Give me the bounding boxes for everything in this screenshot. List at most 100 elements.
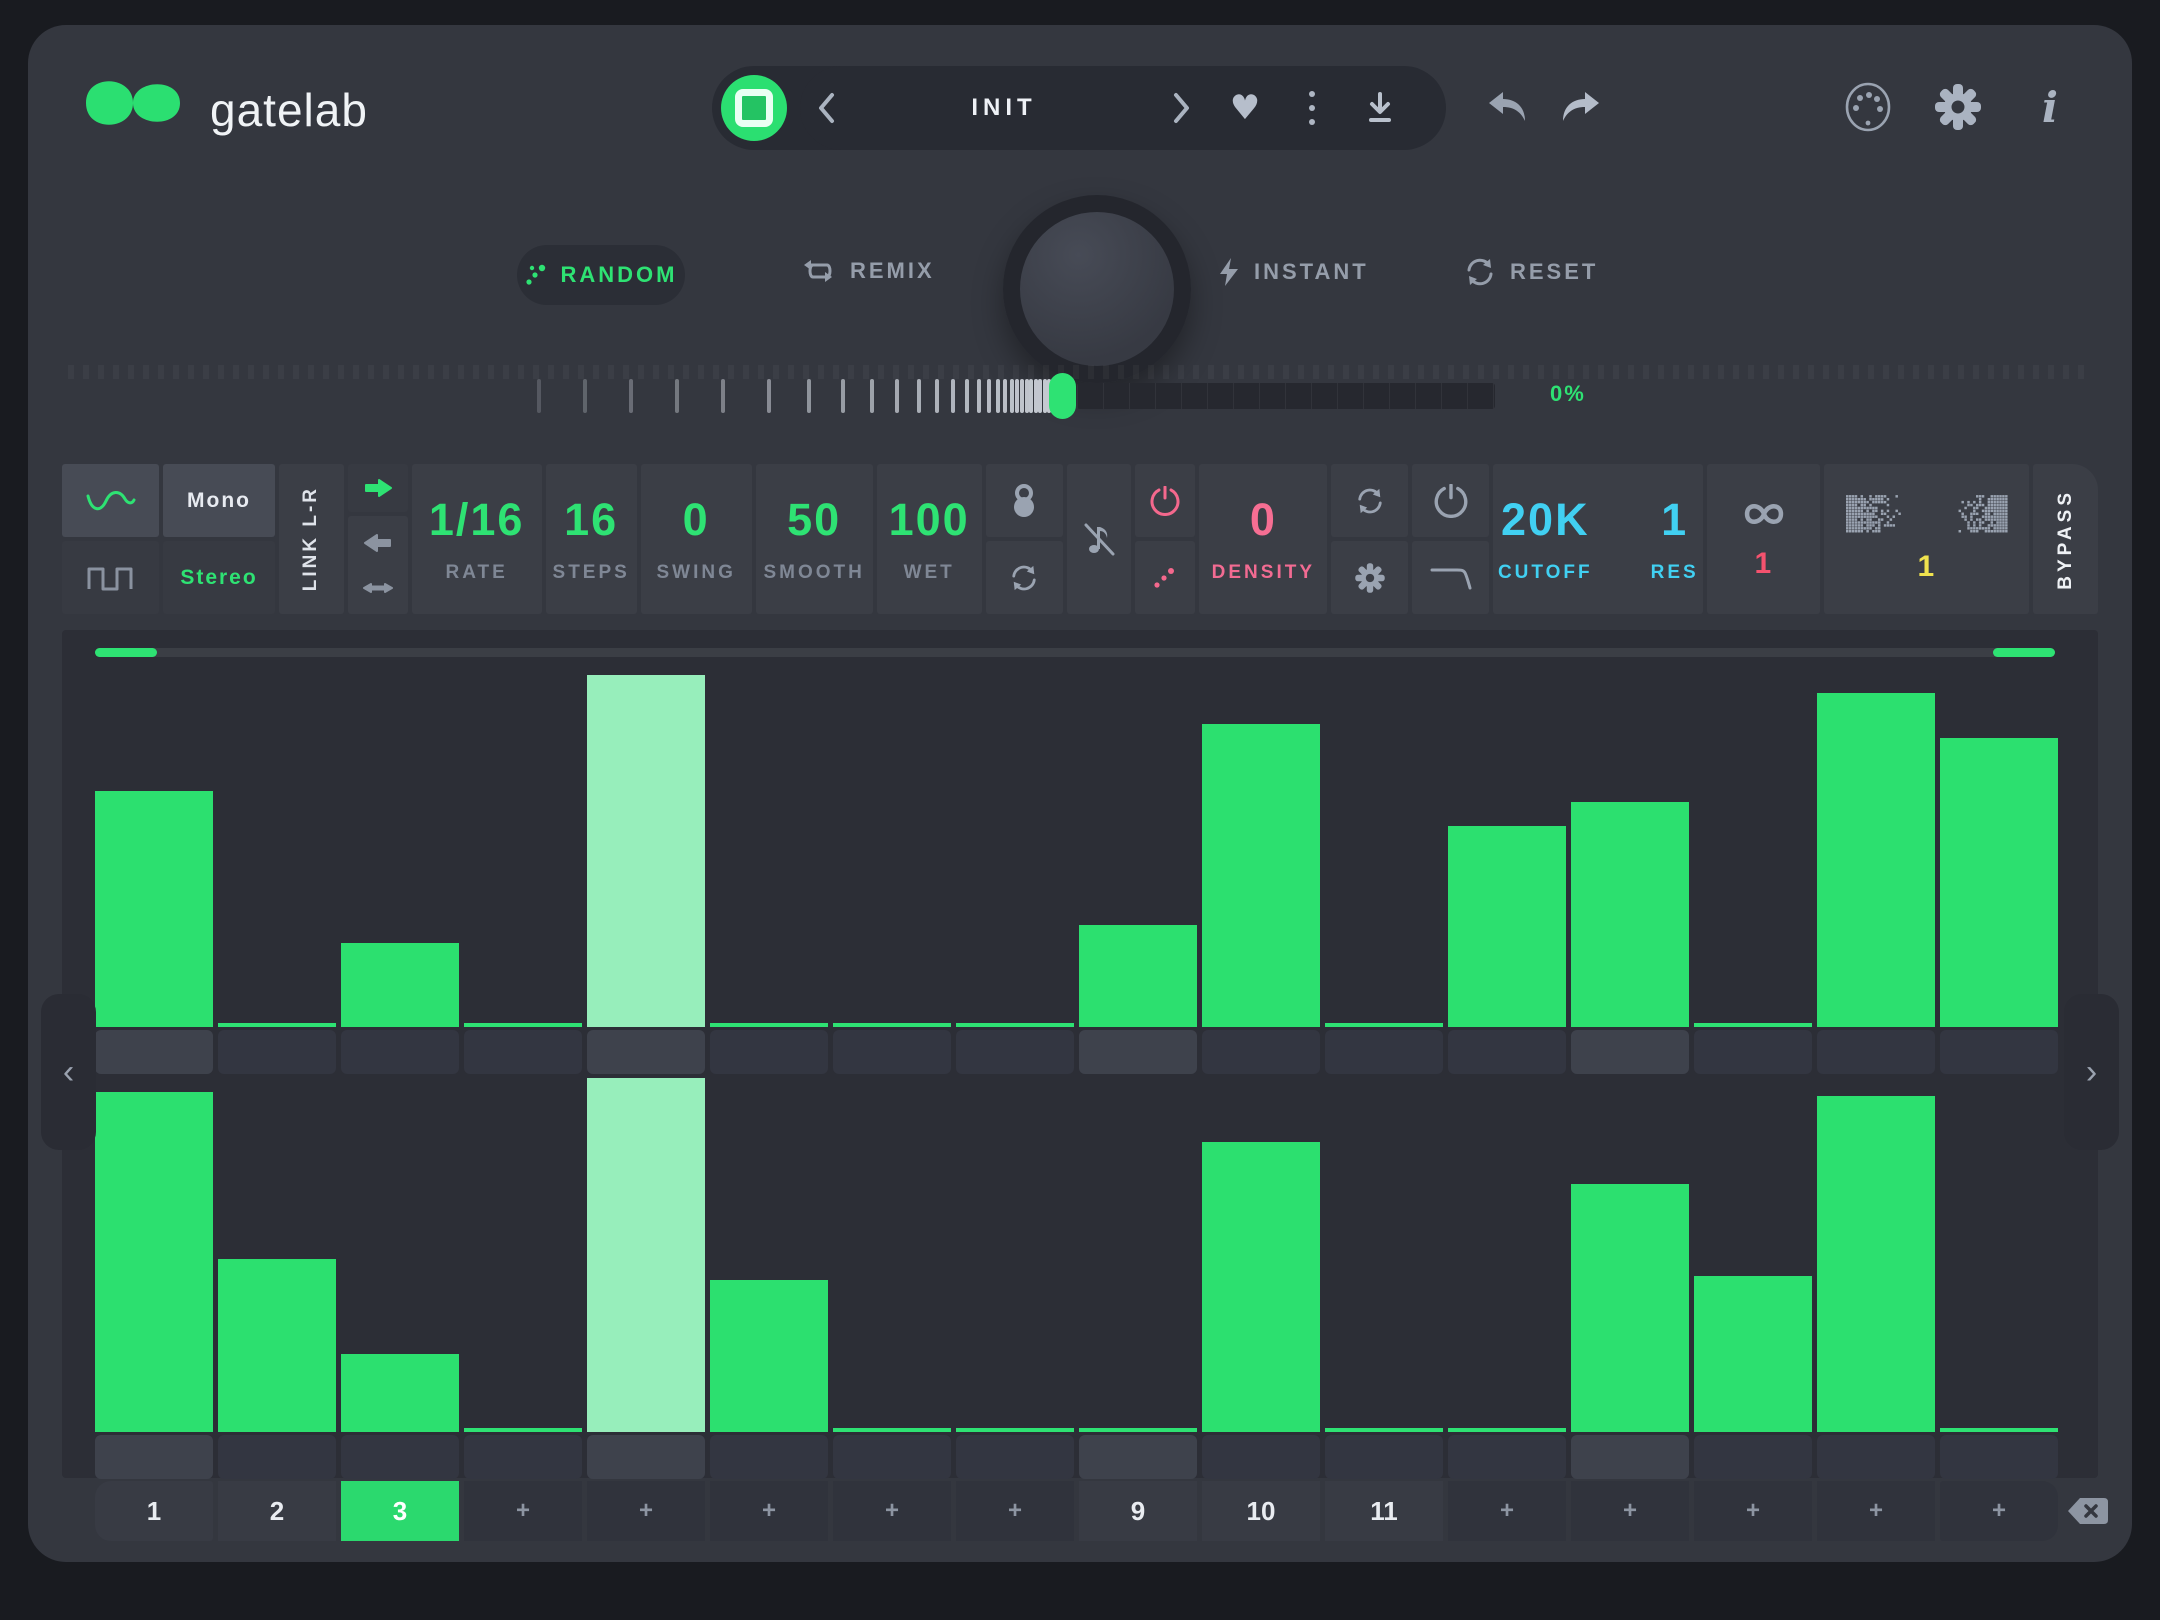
gate-bar[interactable] [1202, 1142, 1320, 1432]
bypass-button[interactable]: BYPASS [2033, 464, 2098, 614]
square-wave-button[interactable] [62, 541, 159, 614]
step-bar[interactable] [833, 675, 951, 1027]
step-bar[interactable] [341, 675, 459, 1027]
step-bar[interactable] [218, 675, 336, 1027]
pattern-button-1[interactable]: 1 [95, 1481, 213, 1541]
step-bar[interactable] [1202, 1078, 1320, 1432]
steps-module[interactable]: 16 STEPS [546, 464, 637, 614]
variation-slider[interactable] [537, 369, 1495, 423]
step-bar[interactable] [464, 1078, 582, 1432]
step-bar[interactable] [710, 1078, 828, 1432]
add-pattern-button[interactable]: + [464, 1481, 582, 1541]
random-button[interactable]: RANDOM [517, 245, 685, 305]
add-pattern-button[interactable]: + [956, 1481, 1074, 1541]
step-bar[interactable] [1571, 675, 1689, 1027]
step-bar[interactable] [1079, 1078, 1197, 1432]
arrow-left-icon[interactable] [363, 533, 393, 553]
step-bar[interactable] [1940, 675, 2058, 1027]
forward-button[interactable] [348, 464, 408, 512]
step-bar[interactable] [1325, 675, 1443, 1027]
reset-button[interactable]: RESET [1464, 257, 1598, 287]
preset-menu-button[interactable] [1282, 66, 1342, 150]
step-bar[interactable] [587, 1078, 705, 1432]
loop-rail[interactable] [95, 648, 2055, 657]
preset-next-button[interactable] [1154, 66, 1208, 150]
sine-wave-button[interactable] [62, 464, 159, 537]
gate-bar[interactable] [341, 943, 459, 1027]
play-stop-button[interactable] [721, 75, 787, 141]
filter-type-button[interactable] [1412, 541, 1489, 614]
infinity-module[interactable]: 1 [1707, 464, 1820, 614]
gate-bar[interactable] [1571, 1184, 1689, 1432]
preset-prev-button[interactable] [800, 66, 854, 150]
step-bar[interactable] [710, 675, 828, 1027]
remix-button[interactable]: REMIX [800, 257, 935, 285]
step-bar[interactable] [1571, 1078, 1689, 1432]
step-bar[interactable] [95, 675, 213, 1027]
step-bar[interactable] [218, 1078, 336, 1432]
save-preset-button[interactable] [1342, 66, 1418, 150]
instant-button[interactable]: INSTANT [1218, 257, 1369, 287]
settings-button[interactable] [1930, 81, 1986, 133]
noise-module[interactable]: 1 [1824, 464, 2029, 614]
mono-button[interactable]: Mono [163, 464, 275, 537]
step-bar[interactable] [1694, 1078, 1812, 1432]
step-bar[interactable] [1079, 675, 1197, 1027]
redo-button[interactable] [1556, 88, 1604, 128]
wet-module[interactable]: 100 WET [877, 464, 982, 614]
pingpong-arrow-icon[interactable] [362, 579, 394, 597]
rate-module[interactable]: 1/16 RATE [412, 464, 542, 614]
filter-power-button[interactable] [1412, 464, 1489, 537]
add-pattern-button[interactable]: + [833, 1481, 951, 1541]
midi-button[interactable] [1840, 81, 1896, 133]
gate-bar[interactable] [1202, 724, 1320, 1027]
add-pattern-button[interactable]: + [587, 1481, 705, 1541]
step-bar[interactable] [341, 1078, 459, 1432]
density-power-button[interactable] [1135, 464, 1195, 537]
pattern-button-11[interactable]: 11 [1325, 1481, 1443, 1541]
step-bar[interactable] [1694, 675, 1812, 1027]
main-knob[interactable] [1003, 195, 1191, 383]
step-bar[interactable] [1817, 1078, 1935, 1432]
step-bar[interactable] [1448, 675, 1566, 1027]
step-bar[interactable] [1940, 1078, 2058, 1432]
gate-bar[interactable] [587, 675, 705, 1027]
step-bar[interactable] [587, 675, 705, 1027]
add-pattern-button[interactable]: + [1448, 1481, 1566, 1541]
step-bar[interactable] [1325, 1078, 1443, 1432]
gate-bar[interactable] [95, 791, 213, 1027]
slider-handle[interactable] [1049, 373, 1076, 419]
swing-module[interactable]: 0 SWING [641, 464, 752, 614]
delete-pattern-button[interactable] [2062, 1491, 2114, 1531]
filter-refresh-button[interactable] [1331, 464, 1408, 537]
next-page-button[interactable]: › [2064, 994, 2119, 1150]
lock-button[interactable] [986, 464, 1063, 537]
add-pattern-button[interactable]: + [710, 1481, 828, 1541]
gate-bar[interactable] [218, 1259, 336, 1432]
undo-button[interactable] [1484, 88, 1532, 128]
step-bar[interactable] [1817, 675, 1935, 1027]
loop-start-marker[interactable] [95, 648, 157, 657]
gate-bar[interactable] [1079, 925, 1197, 1027]
step-bar[interactable] [95, 1078, 213, 1432]
density-module[interactable]: 0 DENSITY [1199, 464, 1327, 614]
gate-bar[interactable] [95, 1092, 213, 1432]
gate-bar[interactable] [1571, 802, 1689, 1027]
mute-button[interactable] [1067, 464, 1132, 614]
step-bar[interactable] [956, 675, 1074, 1027]
relock-button[interactable] [986, 541, 1063, 614]
gate-bar[interactable] [1817, 1096, 1935, 1432]
cutoff-res-module[interactable]: 20K CUTOFF 1 RES [1493, 464, 1703, 614]
step-bar[interactable] [833, 1078, 951, 1432]
step-bar[interactable] [1202, 675, 1320, 1027]
density-random-button[interactable] [1135, 541, 1195, 614]
smooth-module[interactable]: 50 SMOOTH [756, 464, 873, 614]
gate-bar[interactable] [710, 1280, 828, 1432]
preset-name[interactable]: INIT [854, 94, 1154, 122]
step-bar[interactable] [956, 1078, 1074, 1432]
gate-bar[interactable] [1448, 826, 1566, 1027]
gate-bar[interactable] [587, 1078, 705, 1432]
add-pattern-button[interactable]: + [1571, 1481, 1689, 1541]
pattern-button-10[interactable]: 10 [1202, 1481, 1320, 1541]
pattern-button-2[interactable]: 2 [218, 1481, 336, 1541]
